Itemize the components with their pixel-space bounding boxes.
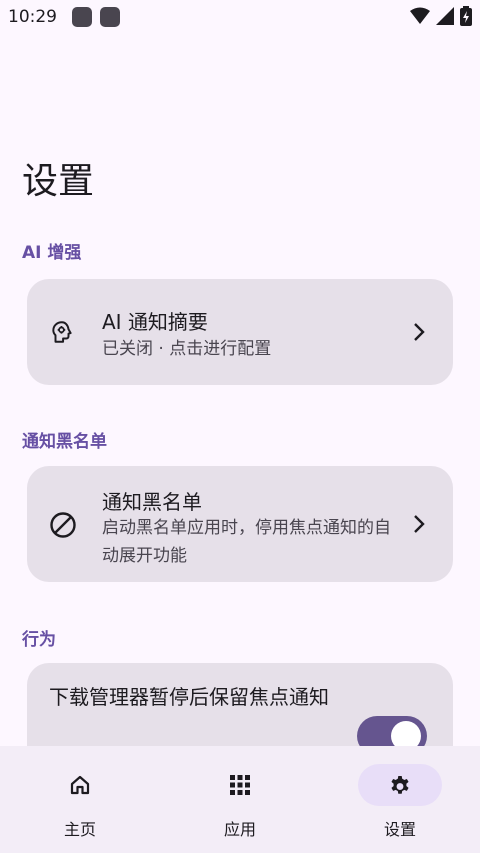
section-header-ai: AI 增强 bbox=[22, 243, 82, 263]
chevron-right-icon bbox=[414, 323, 425, 341]
nav-label-apps: 应用 bbox=[223, 820, 256, 839]
blacklist-subtitle: 启动黑名单应用时，停用焦点通知的自动展开功能 bbox=[102, 518, 391, 566]
nav-item-settings[interactable]: 设置 bbox=[340, 764, 460, 844]
page-title: 设置 bbox=[22, 161, 95, 202]
signal-icon bbox=[436, 7, 454, 25]
ai-summary-card[interactable]: AI 通知摘要 已关闭 · 点击进行配置 bbox=[27, 279, 453, 385]
section-header-blacklist: 通知黑名单 bbox=[22, 432, 107, 452]
notification-icon bbox=[100, 7, 120, 27]
nav-item-home[interactable]: 主页 bbox=[20, 764, 140, 844]
notification-icon bbox=[72, 7, 92, 27]
bottom-navigation: 主页 应用 设置 bbox=[0, 746, 480, 853]
status-bar: 10:29 bbox=[0, 0, 480, 34]
ai-brain-icon bbox=[52, 321, 72, 343]
battery-icon bbox=[460, 6, 472, 26]
nav-label-home: 主页 bbox=[63, 820, 96, 839]
ai-summary-subtitle: 已关闭 · 点击进行配置 bbox=[102, 339, 272, 359]
status-icons bbox=[410, 6, 472, 26]
nav-label-settings: 设置 bbox=[383, 820, 416, 839]
status-time: 10:29 bbox=[8, 7, 57, 27]
blacklist-title: 通知黑名单 bbox=[102, 490, 202, 514]
wifi-icon bbox=[410, 7, 430, 24]
nav-item-apps[interactable]: 应用 bbox=[180, 764, 300, 844]
chevron-right-icon bbox=[414, 515, 425, 533]
ai-summary-title: AI 通知摘要 bbox=[102, 310, 208, 334]
blacklist-card[interactable]: 通知黑名单 启动黑名单应用时，停用焦点通知的自动展开功能 bbox=[27, 466, 453, 582]
gear-icon bbox=[391, 776, 409, 794]
home-icon bbox=[70, 775, 90, 795]
keep-focus-notification-title: 下载管理器暂停后保留焦点通知 bbox=[49, 685, 329, 709]
section-header-behavior: 行为 bbox=[22, 630, 56, 650]
apps-grid-icon bbox=[230, 775, 250, 795]
block-icon bbox=[50, 512, 76, 538]
